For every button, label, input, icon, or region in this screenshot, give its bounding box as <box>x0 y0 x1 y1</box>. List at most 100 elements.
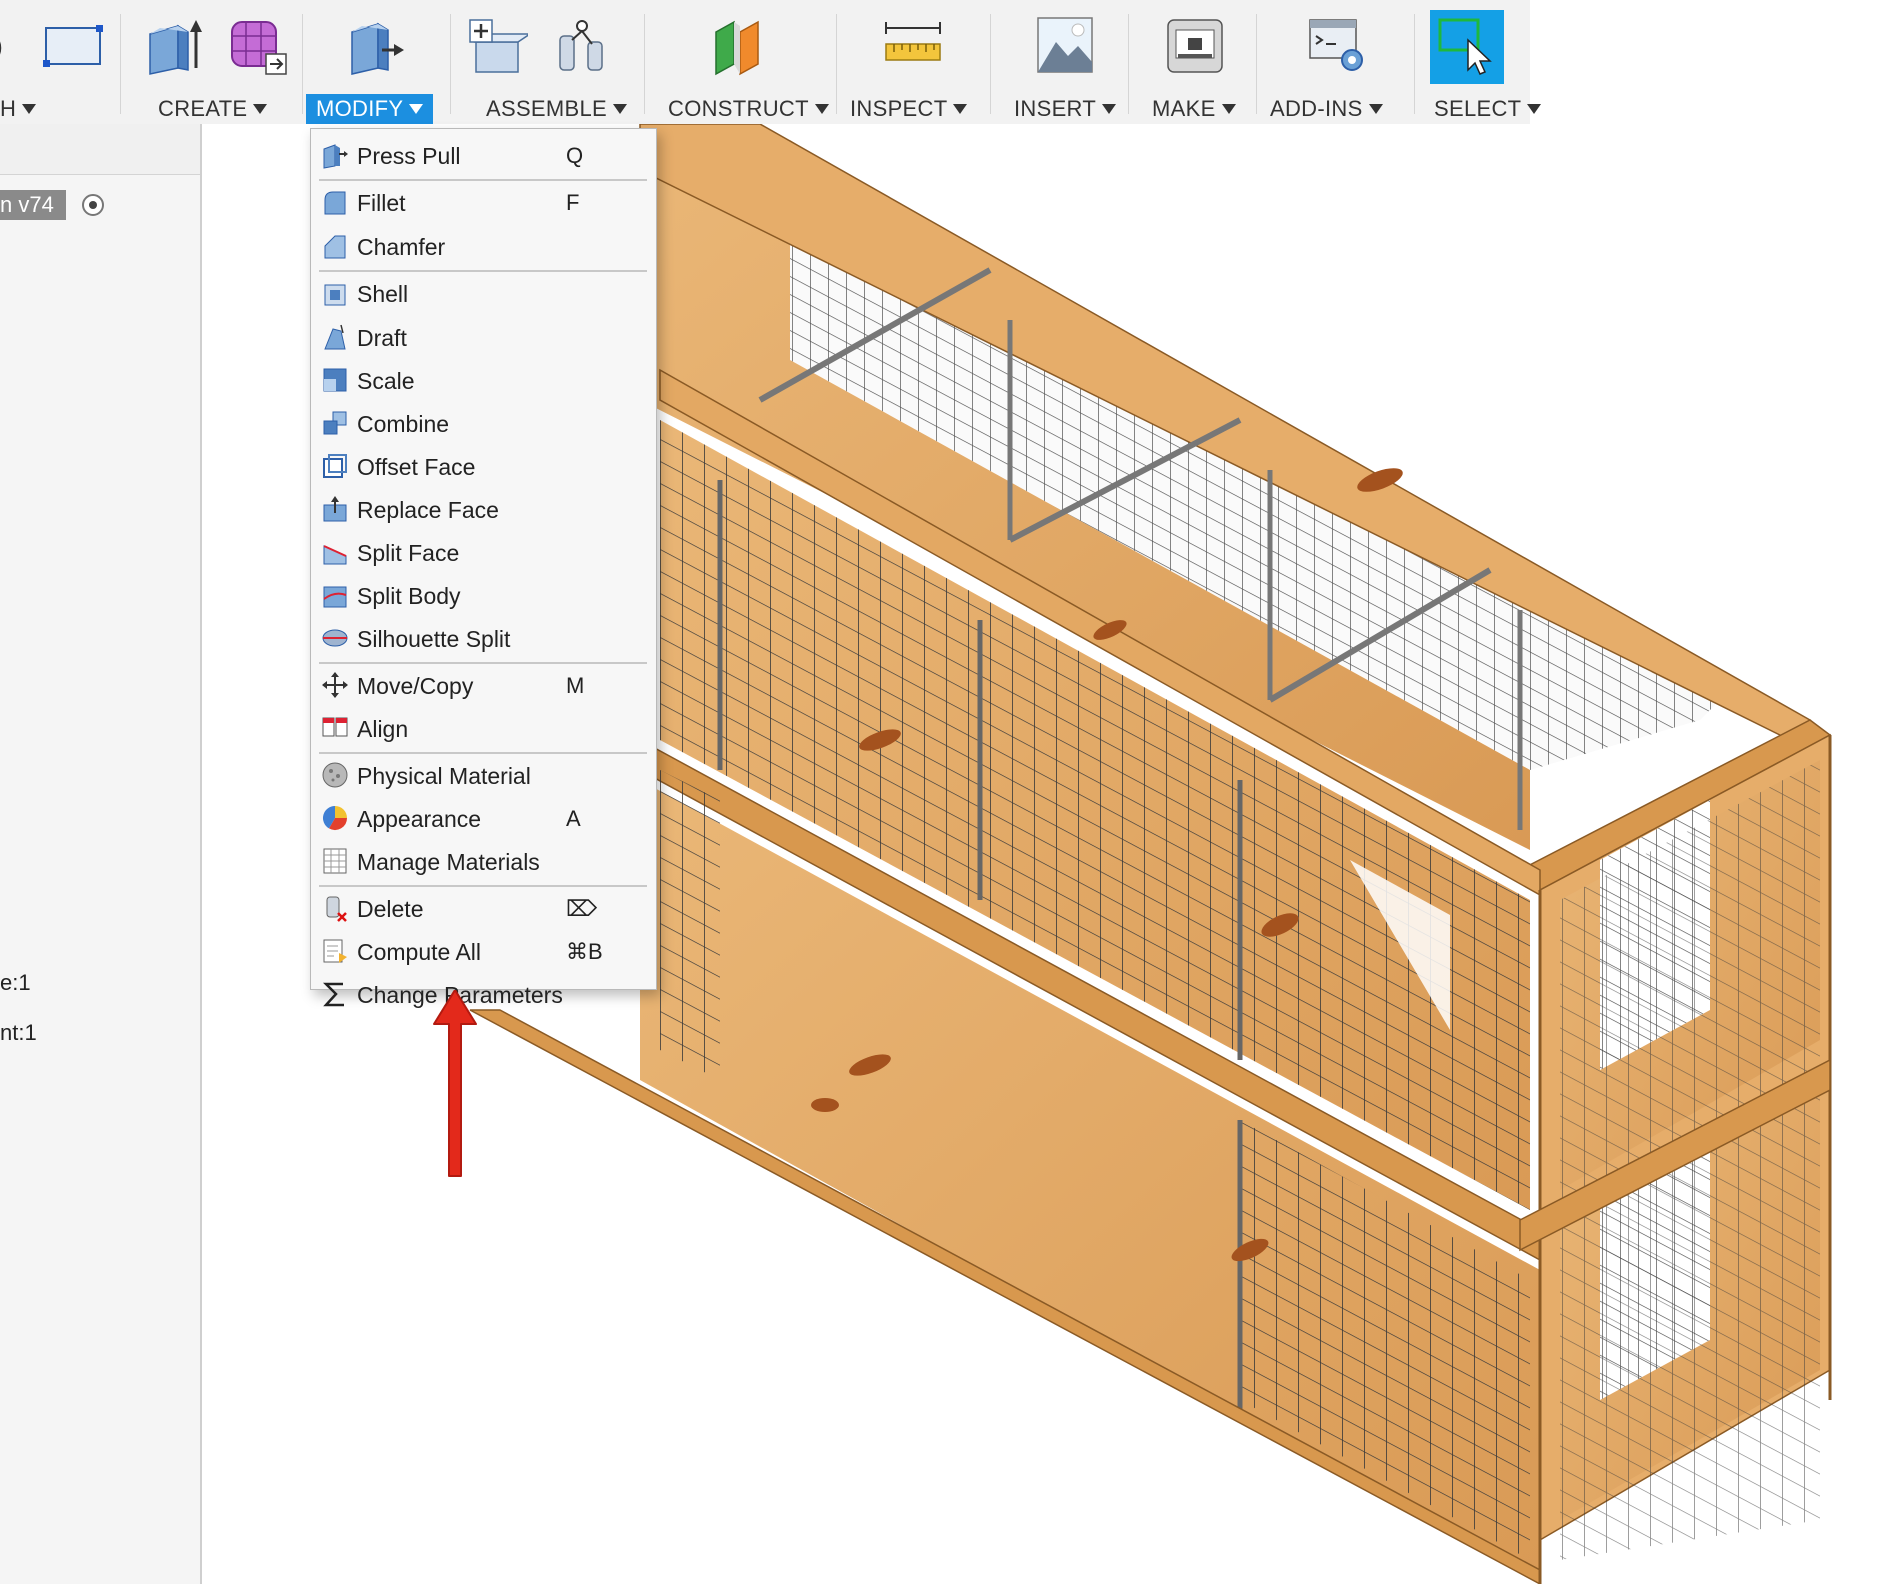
toolbar-group-create[interactable]: CREATE <box>130 0 300 124</box>
toolbar-separator <box>990 14 991 114</box>
3d-print-icon[interactable] <box>1164 14 1226 76</box>
combine-icon <box>323 411 347 435</box>
menu-item-move-copy[interactable]: Move/Copy M <box>311 665 656 705</box>
press-pull-toolbar-icon[interactable] <box>344 14 406 76</box>
active-radio-button[interactable] <box>82 194 104 216</box>
toolbar-label-select[interactable]: SELECT <box>1434 96 1542 122</box>
move-copy-icon <box>322 672 348 698</box>
menu-item-label: Combine <box>357 411 450 437</box>
menu-item-draft[interactable]: Draft <box>311 317 656 357</box>
joint-icon[interactable] <box>552 14 614 76</box>
caret-down-icon <box>409 104 424 114</box>
menu-item-label: Split Body <box>357 583 461 609</box>
toolbar-label-assemble[interactable]: ASSEMBLE <box>486 96 628 122</box>
toolbar-separator <box>836 14 837 114</box>
toolbar: H CREATE MODIFY ASSEMBLE CONSTRUCT INSPE… <box>0 0 1542 124</box>
offset-face-icon <box>323 454 347 478</box>
caret-down-icon <box>1527 104 1542 114</box>
caret-down-icon <box>253 104 268 114</box>
menu-item-compute-all[interactable]: Compute All ⌘B <box>311 931 656 971</box>
toolbar-group-insert[interactable]: INSERT <box>996 0 1126 124</box>
manage-materials-icon <box>323 848 347 874</box>
menu-item-replace-face[interactable]: Replace Face <box>311 489 656 529</box>
menu-item-split-face[interactable]: Split Face <box>311 532 656 572</box>
toolbar-separator <box>1414 14 1415 114</box>
menu-item-label: Scale <box>357 368 415 394</box>
split-face-icon <box>323 545 347 565</box>
menu-item-appearance[interactable]: Appearance A <box>311 798 656 838</box>
menu-item-offset-face[interactable]: Offset Face <box>311 446 656 486</box>
menu-item-label: Move/Copy <box>357 673 474 699</box>
menu-separator <box>319 885 647 887</box>
toolbar-group-sketch[interactable]: H <box>0 0 120 124</box>
menu-item-press-pull[interactable]: Press Pull Q <box>311 135 656 175</box>
caret-down-icon <box>1221 104 1236 114</box>
scripts-icon[interactable] <box>1306 14 1368 76</box>
menu-item-manage-materials[interactable]: Manage Materials <box>311 841 656 881</box>
menu-separator <box>319 270 647 272</box>
press-pull-icon <box>323 144 348 169</box>
menu-item-split-body[interactable]: Split Body <box>311 575 656 615</box>
menu-item-label: Silhouette Split <box>357 626 511 652</box>
toolbar-label-insert[interactable]: INSERT <box>1014 96 1117 122</box>
toolbar-group-assemble[interactable]: ASSEMBLE <box>456 0 636 124</box>
menu-item-shortcut: A <box>566 806 581 831</box>
toolbar-label-add-ins[interactable]: ADD-INS <box>1270 96 1383 122</box>
menu-item-shortcut: ⌘B <box>566 939 603 964</box>
extrude-icon[interactable] <box>142 14 204 76</box>
menu-item-label: Shell <box>357 281 409 307</box>
caret-down-icon <box>814 104 829 114</box>
menu-item-chamfer[interactable]: Chamfer <box>311 226 656 266</box>
toolbar-group-construct[interactable]: CONSTRUCT <box>650 0 830 124</box>
toolbar-group-modify[interactable]: MODIFY <box>306 0 446 124</box>
menu-item-label: Appearance <box>357 806 482 832</box>
delete-icon <box>326 896 347 922</box>
toolbar-group-make[interactable]: MAKE <box>1132 0 1252 124</box>
toolbar-label-inspect[interactable]: INSPECT <box>850 96 968 122</box>
toolbar-label-create[interactable]: CREATE <box>158 96 268 122</box>
toolbar-group-inspect[interactable]: INSPECT <box>842 0 982 124</box>
new-component-icon[interactable] <box>466 14 528 76</box>
menu-item-fillet[interactable]: Fillet F <box>311 182 656 222</box>
menu-item-label: Press Pull <box>357 143 461 169</box>
toolbar-separator <box>644 14 645 114</box>
menu-item-delete[interactable]: Delete ⌦ <box>311 888 656 928</box>
menu-item-label: Align <box>357 716 409 742</box>
caret-down-icon <box>613 104 628 114</box>
scale-icon <box>323 368 347 392</box>
measure-icon[interactable] <box>882 14 944 76</box>
select-button[interactable] <box>1430 10 1504 84</box>
toolbar-label-sketch[interactable]: H <box>0 96 37 122</box>
browser-item-text[interactable]: nt:1 <box>0 1020 37 1046</box>
toolbar-group-add-ins[interactable]: ADD-INS <box>1260 0 1410 124</box>
toolbar-separator <box>302 14 303 114</box>
menu-item-label: Compute All <box>357 939 482 965</box>
toolbar-label-modify[interactable]: MODIFY <box>306 94 434 124</box>
insert-image-icon[interactable] <box>1034 14 1096 76</box>
caret-down-icon <box>22 104 37 114</box>
menu-item-label: Offset Face <box>357 454 476 480</box>
toolbar-label-make[interactable]: MAKE <box>1152 96 1236 122</box>
compute-all-icon <box>323 939 347 963</box>
toolbar-group-select[interactable]: SELECT <box>1418 0 1542 124</box>
menu-separator <box>319 662 647 664</box>
menu-item-combine[interactable]: Combine <box>311 403 656 443</box>
menu-item-shell[interactable]: Shell <box>311 273 656 313</box>
browser-item-text[interactable]: e:1 <box>0 970 31 996</box>
draft-icon <box>324 324 346 350</box>
menu-item-label: Chamfer <box>357 234 446 260</box>
toolbar-label-construct[interactable]: CONSTRUCT <box>668 96 829 122</box>
menu-item-silhouette-split[interactable]: Silhouette Split <box>311 618 656 658</box>
sigma-icon <box>322 982 344 1007</box>
rectangle-icon[interactable] <box>42 14 104 76</box>
menu-item-physical-material[interactable]: Physical Material <box>311 755 656 795</box>
circle-icon[interactable] <box>0 14 20 76</box>
toolbar-separator <box>120 14 121 114</box>
form-icon[interactable] <box>226 14 288 76</box>
fillet-icon <box>324 191 346 215</box>
offset-plane-icon[interactable] <box>708 14 770 76</box>
menu-item-label: Draft <box>357 325 407 351</box>
menu-item-align[interactable]: Align <box>311 708 656 748</box>
menu-item-scale[interactable]: Scale <box>311 360 656 400</box>
menu-item-change-parameters[interactable]: Change Parameters <box>311 974 656 1014</box>
